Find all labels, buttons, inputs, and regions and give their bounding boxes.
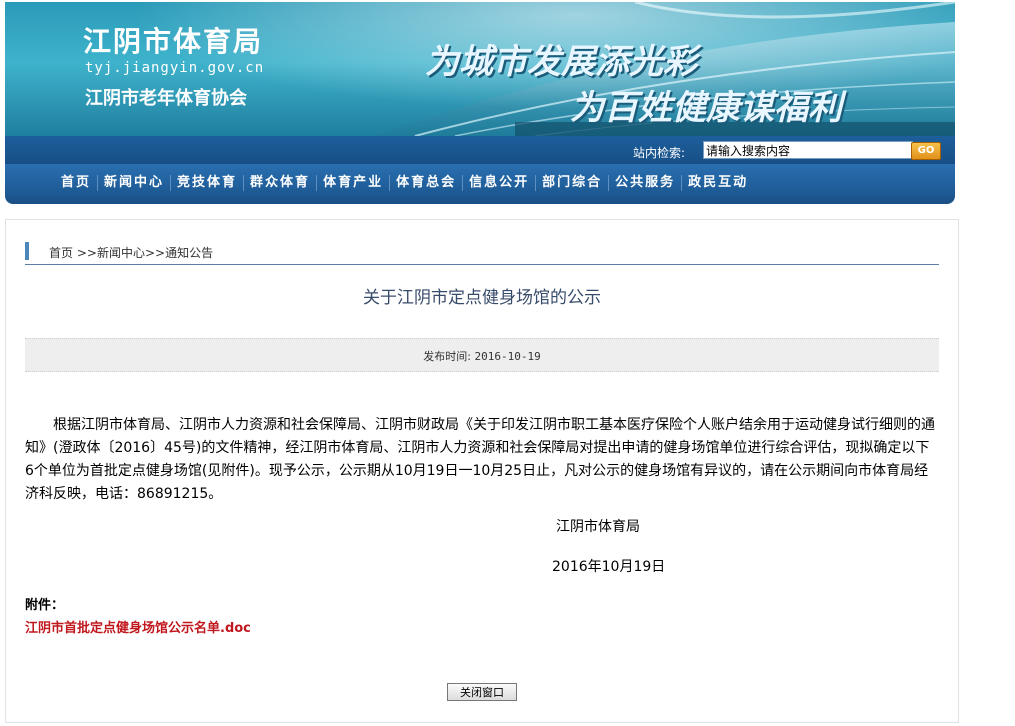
breadcrumb-marker-icon (25, 242, 29, 260)
close-window-button[interactable]: 关闭窗口 (447, 683, 517, 701)
breadcrumb-separator: >> (144, 246, 166, 260)
article-signer: 江阴市体育局 (556, 519, 640, 535)
nav-item-info-disclosure[interactable]: 信息公开 (463, 175, 537, 191)
breadcrumb-separator: >> (76, 246, 97, 260)
nav-item-news[interactable]: 新闻中心 (98, 175, 172, 191)
article-sign-date: 2016年10月19日 (552, 559, 666, 575)
nav-item-mass-sports[interactable]: 群众体育 (244, 175, 318, 191)
search-bar: 站内检索: GO (5, 136, 955, 164)
breadcrumb-trail: 首页 >>新闻中心>>通知公告 (49, 244, 213, 261)
association-name: 江阴市老年体育协会 (85, 88, 247, 109)
search-go-button[interactable]: GO (911, 142, 941, 160)
publish-date: 发布时间: 2016-10-19 (25, 348, 939, 364)
attachment-label: 附件： (25, 598, 65, 613)
breadcrumb-home[interactable]: 首页 (49, 246, 73, 260)
slogan-line-2: 为百姓健康谋福利 (570, 88, 842, 128)
main-nav: 首页 新闻中心 竞技体育 群众体育 体育产业 体育总会 信息公开 部门综合 公共… (5, 164, 955, 204)
breadcrumb-notices[interactable]: 通知公告 (165, 246, 213, 260)
nav-item-competitive-sports[interactable]: 竞技体育 (171, 175, 245, 191)
nav-item-departments[interactable]: 部门综合 (536, 175, 610, 191)
site-logo-name[interactable]: 江阴市体育局 (83, 20, 263, 60)
publish-date-value: 2016-10-19 (474, 350, 541, 363)
nav-item-public-service[interactable]: 公共服务 (609, 175, 683, 191)
publish-date-label: 发布时间: (423, 350, 471, 363)
article-body: 根据江阴市体育局、江阴市人力资源和社会保障局、江阴市财政局《关于印发江阴市职工基… (25, 417, 935, 502)
nav-item-interaction[interactable]: 政民互动 (682, 175, 754, 191)
breadcrumb: 首页 >>新闻中心>>通知公告 (25, 240, 939, 265)
nav-item-sports-federation[interactable]: 体育总会 (390, 175, 464, 191)
slogan-line-1: 为城市发展添光彩 (425, 42, 697, 82)
article-title: 关于江阴市定点健身场馆的公示 (363, 288, 601, 308)
attachment-link[interactable]: 江阴市首批定点健身场馆公示名单.doc (25, 617, 251, 636)
search-input[interactable] (703, 141, 913, 159)
site-url: tyj.jiangyin.gov.cn (85, 60, 265, 76)
search-label: 站内检索: (633, 146, 686, 160)
nav-item-home[interactable]: 首页 (55, 175, 99, 191)
publish-date-bar: 发布时间: 2016-10-19 (25, 338, 939, 372)
nav-item-sports-industry[interactable]: 体育产业 (317, 175, 391, 191)
breadcrumb-news-center[interactable]: 新闻中心 (97, 246, 145, 260)
article-panel: 首页 >>新闻中心>>通知公告 关于江阴市定点健身场馆的公示 发布时间: 201… (5, 219, 959, 723)
site-header-banner: 江阴市体育局 tyj.jiangyin.gov.cn 江阴市老年体育协会 为城市… (5, 2, 955, 136)
